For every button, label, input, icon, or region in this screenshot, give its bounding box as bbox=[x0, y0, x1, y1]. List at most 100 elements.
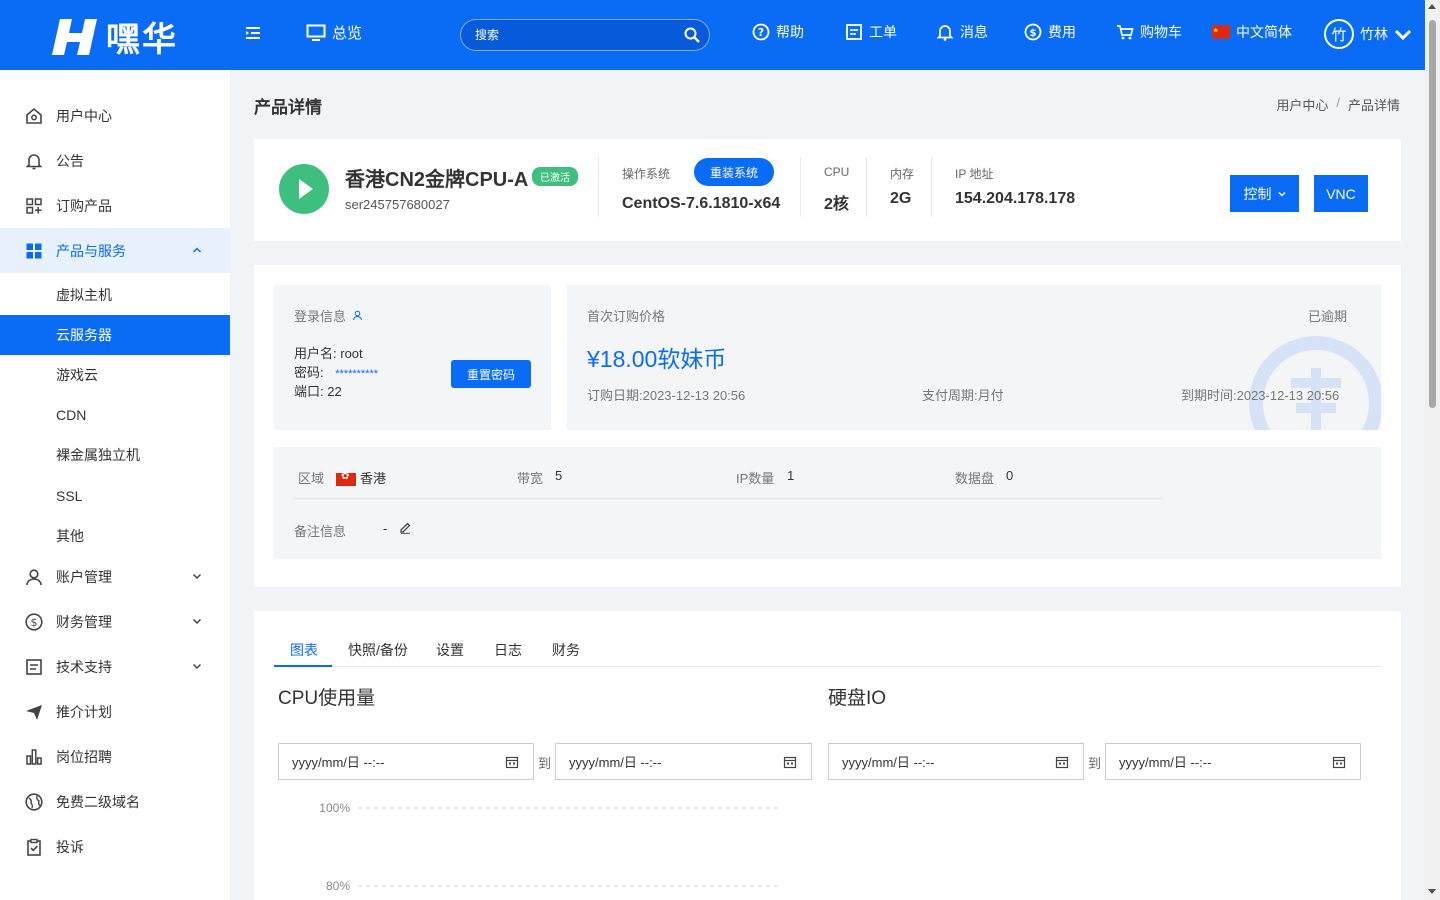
grid-plus-icon bbox=[26, 197, 42, 214]
calendar-icon[interactable] bbox=[1055, 755, 1069, 769]
nav-cart-label: 购物车 bbox=[1140, 24, 1182, 40]
grid-icon bbox=[26, 243, 42, 258]
search-input[interactable] bbox=[475, 20, 675, 50]
reset-password-button[interactable]: 重置密码 bbox=[451, 360, 531, 388]
nav-overview[interactable]: 总览 bbox=[306, 22, 362, 43]
sidebar-sub-other[interactable]: 其他 bbox=[0, 516, 230, 556]
price-value: ¥18.00软妹币 bbox=[587, 346, 727, 372]
tab-logs[interactable]: 日志 bbox=[494, 640, 522, 660]
calendar-icon[interactable] bbox=[783, 755, 797, 769]
cpu-label: CPU bbox=[824, 165, 850, 179]
billing-cycle: 支付周期:月付 bbox=[922, 388, 1004, 403]
sidebar-item-complaint[interactable]: 投诉 bbox=[0, 824, 230, 869]
login-password-row: 密码: ********** bbox=[294, 362, 378, 381]
sidebar-item-referral[interactable]: 推介计划 bbox=[0, 689, 230, 734]
sidebar-sub-cdn[interactable]: CDN bbox=[0, 395, 230, 435]
brand-name: 嘿华 bbox=[106, 20, 178, 60]
edit-icon[interactable] bbox=[399, 521, 412, 534]
calendar-icon[interactable] bbox=[1332, 755, 1346, 769]
scroll-up-arrow-icon[interactable] bbox=[1428, 4, 1436, 9]
breadcrumb-current: 产品详情 bbox=[1347, 98, 1400, 113]
port-value: 22 bbox=[327, 384, 342, 399]
username-label: 竹林 bbox=[1360, 26, 1388, 42]
password-label: 密码: bbox=[294, 365, 324, 380]
nav-help[interactable]: ? 帮助 bbox=[752, 22, 804, 42]
data-disk-label: 数据盘 bbox=[955, 471, 995, 486]
breadcrumb-user-center[interactable]: 用户中心 bbox=[1276, 95, 1328, 114]
cpu-chart-title: CPU使用量 bbox=[278, 688, 376, 709]
sidebar-sub-virtual-host[interactable]: 虚拟主机 bbox=[0, 275, 230, 315]
tab-finance[interactable]: 财务 bbox=[552, 640, 580, 660]
disk-end-date-input[interactable]: yyyy/mm/日 --:-- bbox=[1105, 743, 1361, 780]
nav-billing[interactable]: $ 费用 bbox=[1024, 22, 1076, 42]
cpu-start-date-input[interactable]: yyyy/mm/日 --:-- bbox=[278, 743, 534, 780]
first-price-label: 首次订购价格 bbox=[587, 309, 666, 324]
date-range-to: 到 bbox=[538, 756, 552, 771]
sidebar-item-free-domain[interactable]: 免费二级域名 bbox=[0, 779, 230, 824]
brand-logo[interactable]: 嘿华 bbox=[52, 12, 178, 61]
cpu-end-date-input[interactable]: yyyy/mm/日 --:-- bbox=[555, 743, 812, 780]
disk-start-date-input[interactable]: yyyy/mm/日 --:-- bbox=[828, 743, 1084, 780]
username-label: 用户名: bbox=[294, 346, 337, 361]
sidebar-item-announcements[interactable]: 公告 bbox=[0, 138, 230, 183]
sidebar-sub-game-cloud[interactable]: 游戏云 bbox=[0, 355, 230, 395]
nav-cart[interactable]: 购物车 bbox=[1116, 22, 1182, 42]
globe-icon bbox=[25, 792, 43, 811]
search-icon[interactable] bbox=[683, 26, 701, 44]
vnc-button[interactable]: VNC bbox=[1314, 175, 1368, 212]
home-icon bbox=[26, 107, 42, 124]
sidebar-item-order[interactable]: 订购产品 bbox=[0, 183, 230, 228]
sidebar-sub-bare-metal[interactable]: 裸金属独立机 bbox=[0, 435, 230, 475]
cpu-value: 2核 bbox=[824, 196, 849, 213]
username-value: root bbox=[340, 346, 363, 361]
sidebar-item-support[interactable]: 技术支持 bbox=[0, 644, 230, 689]
calendar-icon[interactable] bbox=[505, 755, 519, 769]
region-text: 香港 bbox=[360, 471, 387, 486]
language-selector[interactable]: 中文简体 bbox=[1212, 22, 1292, 42]
scroll-thumb[interactable] bbox=[1429, 20, 1436, 408]
nav-messages[interactable]: 消息 bbox=[936, 22, 988, 42]
sidebar-item-products[interactable]: 产品与服务 bbox=[0, 228, 230, 273]
sidebar-item-label: 账户管理 bbox=[56, 568, 112, 585]
tab-charts[interactable]: 图表 bbox=[290, 640, 318, 660]
date-placeholder: yyyy/mm/日 --:-- bbox=[292, 755, 385, 770]
scroll-down-arrow-icon[interactable] bbox=[1428, 889, 1436, 894]
active-tab-indicator bbox=[274, 665, 332, 667]
user-menu[interactable]: 竹 竹林 bbox=[1324, 19, 1412, 49]
control-button[interactable]: 控制 bbox=[1230, 175, 1299, 212]
avatar: 竹 bbox=[1324, 19, 1354, 49]
tab-settings[interactable]: 设置 bbox=[436, 640, 464, 660]
sidebar-sub-ssl[interactable]: SSL bbox=[0, 476, 230, 516]
login-username-row: 用户名: root bbox=[294, 343, 363, 362]
product-details-panel: 区域 香港 带宽 5 IP数量 1 数据盘 0 备注信息 - bbox=[274, 447, 1381, 559]
port-label: 端口: bbox=[294, 384, 324, 399]
sidebar-item-account[interactable]: 账户管理 bbox=[0, 554, 230, 599]
watermark-logo-icon bbox=[1249, 336, 1381, 430]
tab-snapshots[interactable]: 快照/备份 bbox=[348, 640, 408, 660]
page-title: 产品详情 bbox=[254, 98, 322, 117]
note-value: - bbox=[383, 521, 388, 536]
divider bbox=[800, 157, 801, 217]
sidebar-item-label: 用户中心 bbox=[56, 107, 112, 124]
nav-billing-label: 费用 bbox=[1048, 24, 1076, 40]
page-scrollbar[interactable] bbox=[1425, 0, 1440, 900]
logo-mark-icon bbox=[52, 18, 97, 55]
send-icon bbox=[26, 704, 42, 720]
sidebar-item-finance[interactable]: $ 财务管理 bbox=[0, 599, 230, 644]
memory-value: 2G bbox=[890, 190, 912, 207]
menu-toggle-icon[interactable] bbox=[244, 24, 262, 42]
sidebar-sub-cloud-server[interactable]: 云服务器 bbox=[0, 315, 230, 355]
password-value[interactable]: ********** bbox=[335, 368, 378, 380]
ip-label: IP 地址 bbox=[955, 167, 994, 181]
sidebar-item-label: 免费二级域名 bbox=[56, 793, 140, 810]
play-status-icon[interactable] bbox=[279, 164, 329, 214]
sidebar-item-jobs[interactable]: 岗位招聘 bbox=[0, 734, 230, 779]
nav-tickets[interactable]: 工单 bbox=[845, 22, 897, 42]
user-icon bbox=[353, 310, 363, 321]
bandwidth-label: 带宽 bbox=[517, 471, 544, 486]
dollar-icon: $ bbox=[25, 612, 43, 631]
login-port-row: 端口: 22 bbox=[294, 381, 342, 400]
sidebar-item-label: 产品与服务 bbox=[56, 242, 126, 259]
sidebar-item-user-center[interactable]: 用户中心 bbox=[0, 93, 230, 138]
reinstall-button[interactable]: 重装系统 bbox=[694, 158, 774, 186]
